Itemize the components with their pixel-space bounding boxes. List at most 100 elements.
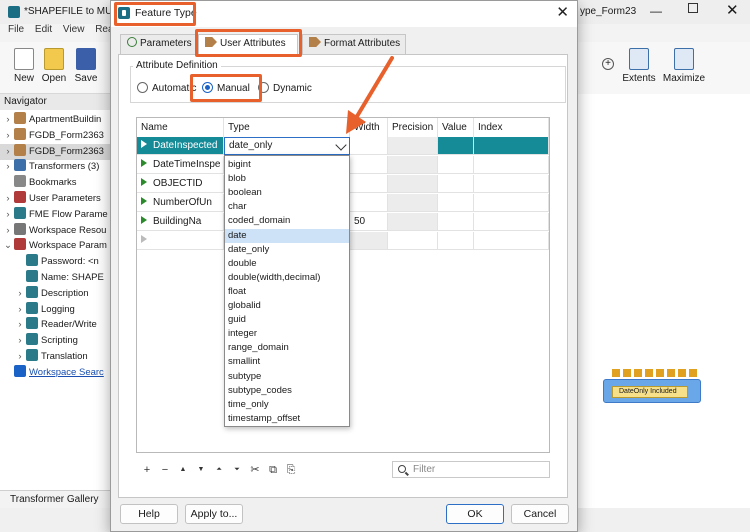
expand-chevron-icon[interactable]: › (14, 333, 26, 349)
table-cell[interactable]: BuildingNa (137, 213, 224, 231)
expand-chevron-icon[interactable]: › (14, 286, 26, 302)
table-cell[interactable]: NumberOfUn (137, 194, 224, 212)
minimize-icon[interactable]: — (650, 4, 662, 18)
menu-edit[interactable]: Edit (35, 24, 52, 35)
navigator-item[interactable]: › Transformers (3) (0, 159, 112, 175)
menu-view[interactable]: View (63, 24, 85, 35)
navigator-item[interactable]: › Description (0, 285, 112, 302)
maximize-window-icon[interactable] (688, 3, 698, 13)
type-option[interactable]: time_only (225, 398, 349, 412)
move-up-icon[interactable]: ▲ (176, 462, 190, 478)
type-option[interactable]: timestamp_offset (225, 412, 349, 426)
close-app-icon[interactable]: ✕ (726, 1, 739, 19)
table-cell[interactable]: DateInspected (137, 137, 224, 155)
table-cell[interactable] (388, 213, 438, 231)
tab-user-attributes[interactable]: User Attributes (198, 34, 298, 55)
type-option[interactable]: double (225, 257, 349, 271)
table-cell[interactable] (350, 232, 388, 250)
column-header-name[interactable]: Name (137, 118, 224, 137)
table-cell[interactable] (474, 175, 549, 193)
remove-row-icon[interactable]: − (158, 462, 172, 478)
expand-chevron-icon[interactable]: › (2, 128, 14, 144)
workspace-canvas[interactable] (578, 94, 750, 508)
type-option[interactable]: subtype_codes (225, 384, 349, 398)
table-cell[interactable] (474, 137, 549, 155)
type-option[interactable]: float (225, 285, 349, 299)
expand-chevron-icon[interactable]: › (2, 191, 14, 207)
transformer-node[interactable]: DateOnly Included (603, 379, 701, 403)
zoom-in-icon[interactable]: + (602, 58, 614, 70)
navigator-item[interactable]: › Logging (0, 301, 112, 318)
transformer-gallery-tab[interactable]: Transformer Gallery (0, 490, 112, 508)
type-option[interactable]: double(width,decimal) (225, 271, 349, 285)
table-cell[interactable] (438, 137, 474, 155)
tab-format-attributes[interactable]: Format Attributes (302, 34, 406, 54)
menu-file[interactable]: File (8, 24, 24, 35)
column-header-value[interactable]: Value (438, 118, 474, 137)
navigator-item[interactable]: Name: SHAPE (0, 270, 112, 286)
navigator-item[interactable]: › Workspace Resou (0, 222, 112, 239)
navigator-item[interactable]: › Reader/Write (0, 317, 112, 333)
apply-to-button[interactable]: Apply to... (185, 504, 243, 524)
type-option[interactable]: smallint (225, 355, 349, 369)
navigator-item[interactable]: › FME Flow Parame (0, 206, 112, 223)
type-option[interactable]: bigint (225, 158, 349, 172)
filter-input[interactable]: Filter (392, 461, 550, 478)
maximize-button[interactable]: Maximize (662, 48, 706, 84)
table-cell[interactable] (474, 232, 549, 250)
close-dialog-icon[interactable]: ✕ (556, 4, 569, 22)
save-button[interactable]: Save (70, 48, 102, 84)
table-cell[interactable] (350, 194, 388, 212)
navigator-item[interactable]: › User Parameters (0, 191, 112, 207)
navigator-item[interactable]: Password: <n (0, 254, 112, 270)
radio-automatic[interactable]: Automatic (137, 82, 196, 96)
table-cell[interactable]: OBJECTID (137, 175, 224, 193)
table-cell[interactable] (438, 232, 474, 250)
table-cell[interactable] (388, 175, 438, 193)
table-cell[interactable] (438, 156, 474, 174)
radio-manual[interactable]: Manual (202, 82, 250, 96)
copy-icon[interactable]: ⧉ (266, 462, 280, 478)
navigator-item[interactable]: › Scripting (0, 333, 112, 349)
table-cell[interactable] (438, 175, 474, 193)
table-cell[interactable] (350, 156, 388, 174)
cancel-button[interactable]: Cancel (511, 504, 569, 524)
type-dropdown-list[interactable]: bigint blob boolean char coded_domain date dat… (224, 155, 350, 427)
type-option[interactable]: date_only (225, 243, 349, 257)
type-option[interactable]: subtype (225, 370, 349, 384)
type-option[interactable]: date (225, 228, 349, 243)
navigator-item[interactable]: Bookmarks (0, 175, 112, 191)
navigator-item[interactable]: › FGDB_Form2363 (0, 127, 112, 144)
expand-chevron-icon[interactable]: › (2, 112, 14, 128)
type-option[interactable]: blob (225, 172, 349, 186)
move-down-icon[interactable]: ▼ (194, 462, 208, 478)
cut-icon[interactable]: ✂ (248, 462, 262, 478)
type-option[interactable]: globalid (225, 299, 349, 313)
expand-chevron-icon[interactable]: › (2, 223, 14, 239)
type-option[interactable]: char (225, 200, 349, 214)
expand-chevron-icon[interactable]: › (14, 349, 26, 365)
move-bottom-icon[interactable]: ⏷ (230, 462, 244, 478)
type-option[interactable]: guid (225, 313, 349, 327)
type-option[interactable]: range_domain (225, 341, 349, 355)
table-cell[interactable] (474, 156, 549, 174)
navigator-item[interactable]: ⌄ Workspace Param (0, 238, 112, 254)
ok-button[interactable]: OK (446, 504, 504, 524)
type-option[interactable]: boolean (225, 186, 349, 200)
type-option[interactable]: integer (225, 327, 349, 341)
table-cell[interactable] (474, 194, 549, 212)
expand-chevron-icon[interactable]: › (2, 207, 14, 223)
table-cell[interactable]: 50 (350, 213, 388, 231)
type-option[interactable]: coded_domain (225, 214, 349, 228)
expand-chevron-icon[interactable]: › (2, 144, 14, 160)
transformer-toolbar-icons[interactable] (612, 369, 704, 379)
new-button[interactable]: New (8, 48, 40, 84)
table-cell[interactable] (350, 175, 388, 193)
table-cell[interactable] (137, 232, 224, 250)
expand-chevron-icon[interactable]: › (14, 302, 26, 318)
add-row-icon[interactable]: + (140, 462, 154, 478)
table-cell[interactable] (388, 156, 438, 174)
open-button[interactable]: Open (38, 48, 70, 84)
table-cell[interactable] (388, 232, 438, 250)
extents-button[interactable]: Extents (620, 48, 658, 84)
